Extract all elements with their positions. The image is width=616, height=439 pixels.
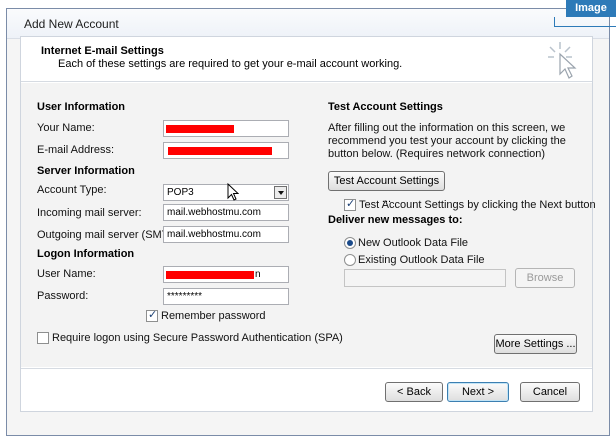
window-title: Add New Account xyxy=(24,17,119,31)
spa-checkbox[interactable] xyxy=(37,332,49,344)
email-label: E-mail Address: xyxy=(37,144,115,156)
header-title: Internet E-mail Settings xyxy=(41,45,164,57)
more-settings-button[interactable]: More Settings ... xyxy=(494,334,577,354)
next-button[interactable]: Next > xyxy=(447,382,509,402)
test-on-next-checkbox[interactable] xyxy=(344,197,356,211)
password-label: Password: xyxy=(37,290,89,302)
remember-password-checkbox[interactable] xyxy=(146,308,158,322)
test-settings-heading: Test Account Settings xyxy=(328,101,443,113)
browse-button[interactable]: Browse xyxy=(515,268,575,288)
chevron-down-icon[interactable] xyxy=(274,186,287,199)
server-info-heading: Server Information xyxy=(37,165,135,177)
mouse-cursor-icon xyxy=(227,183,239,201)
new-data-file-radio[interactable] xyxy=(344,237,356,249)
user-info-heading: User Information xyxy=(37,101,126,113)
existing-data-file-radio[interactable] xyxy=(344,254,356,266)
image-badge: Image xyxy=(566,0,616,17)
account-type-label: Account Type: xyxy=(37,184,107,196)
deliver-heading: Deliver new messages to: xyxy=(328,214,463,226)
username-label: User Name: xyxy=(37,268,96,280)
existing-data-file-label: Existing Outlook Data File xyxy=(358,254,485,266)
your-name-label: Your Name: xyxy=(37,122,95,134)
account-type-value: POP3 xyxy=(167,187,194,198)
spa-label: Require logon using Secure Password Auth… xyxy=(52,332,343,344)
redaction-mark xyxy=(168,147,272,155)
email-field[interactable] xyxy=(163,142,289,159)
badge-frame xyxy=(554,17,616,27)
test-settings-description: After filling out the information on thi… xyxy=(328,122,566,160)
test-on-next-label: Test Account Settings by clicking the Ne… xyxy=(359,199,596,211)
cancel-button[interactable]: Cancel xyxy=(520,382,580,402)
footer-separator xyxy=(21,368,592,369)
password-field[interactable]: ********* xyxy=(163,288,289,305)
header-subtitle: Each of these settings are required to g… xyxy=(58,58,403,70)
pointer-click-icon xyxy=(548,42,577,79)
redaction-mark xyxy=(166,125,234,133)
logon-info-heading: Logon Information xyxy=(37,248,135,260)
account-type-select[interactable]: POP3 xyxy=(163,184,289,201)
incoming-server-label: Incoming mail server: xyxy=(37,207,142,219)
incoming-server-field[interactable]: mail.webhostmu.com xyxy=(163,204,289,221)
remember-password-label: Remember password xyxy=(161,310,266,322)
back-button[interactable]: < Back xyxy=(385,382,443,402)
test-account-settings-button[interactable]: Test Account Settings ... xyxy=(328,171,445,205)
your-name-field[interactable] xyxy=(163,120,289,137)
outgoing-server-label: Outgoing mail server (SMTP): xyxy=(37,229,183,241)
new-data-file-label: New Outlook Data File xyxy=(358,237,469,249)
redaction-mark xyxy=(166,271,254,279)
existing-data-file-field[interactable] xyxy=(344,269,506,287)
outgoing-server-field[interactable]: mail.webhostmu.com xyxy=(163,226,289,243)
username-visible-suffix: n xyxy=(255,269,261,280)
username-field[interactable]: n xyxy=(163,266,289,283)
